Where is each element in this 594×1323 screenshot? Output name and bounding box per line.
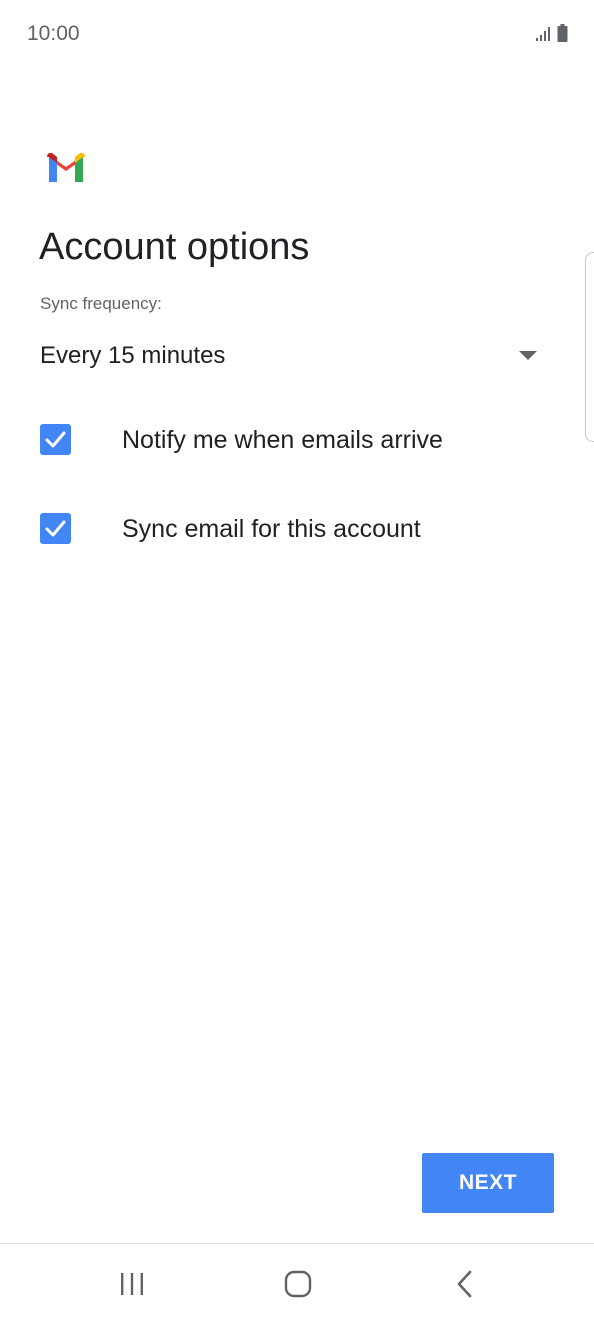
- notify-option-label: Notify me when emails arrive: [122, 426, 443, 454]
- checkmark-icon: [45, 520, 66, 537]
- chevron-down-icon: [519, 351, 537, 360]
- checkmark-icon: [45, 431, 66, 448]
- notify-checkbox[interactable]: [40, 424, 71, 455]
- sync-email-option-row[interactable]: Sync email for this account: [40, 499, 560, 559]
- recent-apps-button[interactable]: [82, 1244, 182, 1323]
- sync-email-checkbox[interactable]: [40, 513, 71, 544]
- recent-apps-icon: [121, 1272, 143, 1295]
- page-title: Account options: [39, 226, 310, 268]
- sync-frequency-value: Every 15 minutes: [40, 342, 226, 369]
- gmail-logo-icon: [47, 152, 85, 182]
- sync-frequency-dropdown[interactable]: Every 15 minutes: [40, 332, 540, 380]
- status-time: 10:00: [27, 22, 80, 45]
- sync-email-option-label: Sync email for this account: [122, 515, 421, 543]
- notify-option-row[interactable]: Notify me when emails arrive: [40, 410, 560, 470]
- back-icon: [457, 1270, 472, 1297]
- back-button[interactable]: [414, 1244, 514, 1323]
- sync-frequency-label: Sync frequency:: [40, 294, 162, 313]
- navigation-bar: [0, 1243, 594, 1323]
- next-button[interactable]: NEXT: [422, 1153, 554, 1213]
- edge-panel-handle[interactable]: [585, 252, 594, 442]
- home-button[interactable]: [248, 1244, 348, 1323]
- status-icons: [535, 24, 568, 47]
- signal-icon: [535, 26, 551, 47]
- battery-icon: [557, 24, 568, 47]
- status-bar: 10:00: [0, 0, 594, 68]
- home-icon: [284, 1270, 312, 1297]
